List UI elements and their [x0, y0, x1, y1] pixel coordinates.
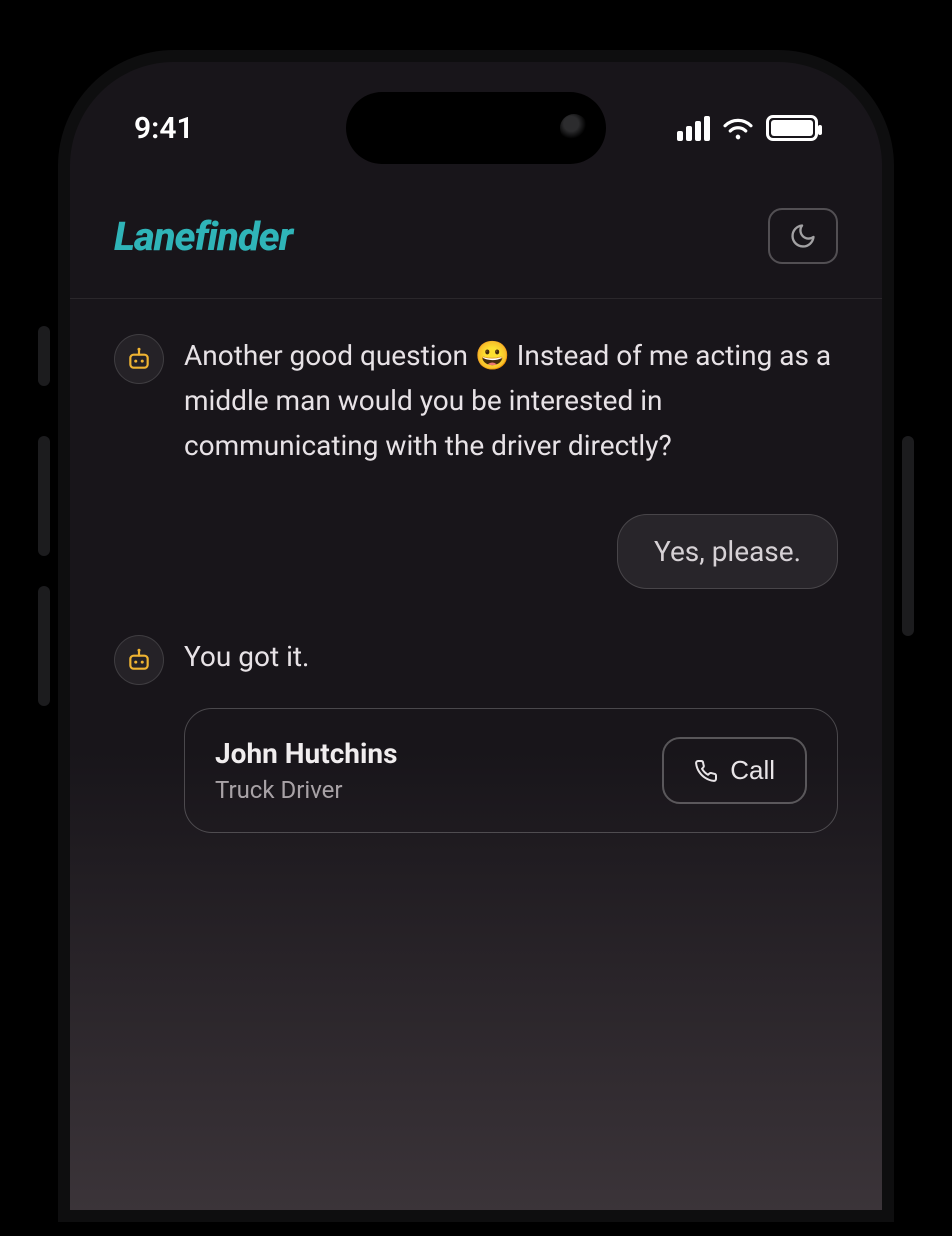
chat-area: Another good question 😀 Instead of me ac… [70, 334, 882, 879]
call-button[interactable]: Call [662, 737, 807, 804]
status-bar: 9:41 [70, 98, 882, 158]
contact-role: Truck Driver [215, 776, 397, 804]
status-icons [677, 115, 818, 141]
contact-name: John Hutchins [215, 737, 397, 770]
contact-card[interactable]: John Hutchins Truck Driver Call [184, 708, 838, 833]
user-message-row: Yes, please. [114, 514, 838, 589]
mute-switch[interactable] [38, 326, 50, 386]
bot-avatar [114, 635, 164, 685]
volume-up-button[interactable] [38, 436, 50, 556]
robot-icon [126, 346, 152, 372]
power-button[interactable] [902, 436, 914, 636]
phone-frame: 9:41 Lanefinder [44, 36, 908, 1236]
app-header: Lanefinder [70, 208, 882, 299]
bot-message-text: Another good question 😀 Instead of me ac… [184, 334, 838, 468]
user-message-bubble: Yes, please. [617, 514, 838, 589]
bot-message-row: You got it. John Hutchins Truck Driver C [114, 635, 838, 833]
moon-icon [789, 222, 817, 250]
status-time: 9:41 [134, 111, 194, 146]
theme-toggle-button[interactable] [768, 208, 838, 264]
bot-avatar [114, 334, 164, 384]
screen: 9:41 Lanefinder [70, 62, 882, 1210]
robot-icon [126, 647, 152, 673]
call-button-label: Call [730, 755, 775, 786]
wifi-icon [722, 116, 754, 140]
volume-down-button[interactable] [38, 586, 50, 706]
cellular-signal-icon [677, 116, 710, 141]
battery-icon [766, 115, 818, 141]
contact-info: John Hutchins Truck Driver [215, 737, 397, 804]
bot-message-row: Another good question 😀 Instead of me ac… [114, 334, 838, 468]
phone-bezel: 9:41 Lanefinder [58, 50, 894, 1222]
app-logo: Lanefinder [114, 213, 292, 260]
bot-message-text: You got it. [184, 635, 838, 680]
phone-icon [694, 759, 718, 783]
